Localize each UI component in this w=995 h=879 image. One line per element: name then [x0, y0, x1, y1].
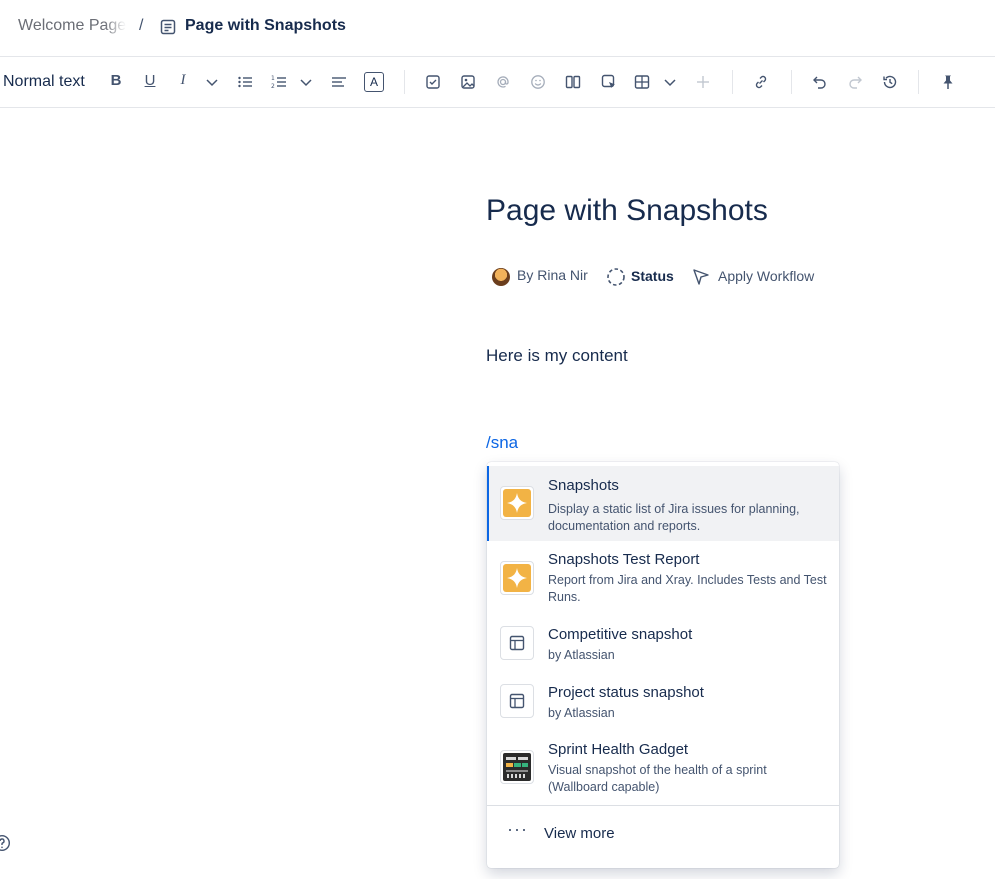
avatar[interactable]	[492, 268, 510, 286]
menu-item-title: Competitive snapshot	[548, 626, 693, 643]
menu-item-description: by Atlassian	[548, 706, 615, 720]
toolbar-divider	[791, 70, 792, 94]
menu-item-description: Display a static list of Jira issues for…	[548, 502, 800, 533]
menu-item-title: Snapshots	[548, 477, 619, 494]
bullet-list-icon[interactable]	[236, 73, 254, 91]
image-icon[interactable]	[459, 73, 477, 91]
menu-item-description: by Atlassian	[548, 648, 615, 662]
page-content-paragraph[interactable]: Here is my content	[486, 346, 628, 366]
link-icon[interactable]	[752, 73, 770, 91]
underline-icon[interactable]: U	[141, 72, 159, 89]
toolbar-divider	[404, 70, 405, 94]
table-icon[interactable]	[633, 73, 651, 91]
task-icon[interactable]	[424, 73, 442, 91]
menu-item-title: Project status snapshot	[548, 684, 704, 701]
svg-text:2: 2	[271, 83, 275, 90]
breadcrumb-bar: Welcome Page / Page with Snapshots	[0, 0, 995, 57]
status-button[interactable]: Status	[631, 268, 674, 284]
menu-divider	[487, 805, 839, 806]
snapshots-app-icon	[500, 561, 534, 595]
editor-toolbar: Normal text B U I 12 A	[0, 57, 995, 108]
menu-item-title: Snapshots Test Report	[548, 551, 700, 568]
align-icon[interactable]	[330, 73, 348, 91]
undo-icon[interactable]	[811, 73, 829, 91]
slash-command-menu: Snapshots Display a static list of Jira …	[487, 462, 839, 868]
view-more-button[interactable]: View more	[544, 825, 615, 842]
italic-icon[interactable]: I	[174, 72, 192, 89]
menu-item-project-status-snapshot[interactable]: Project status snapshot by Atlassian	[487, 673, 839, 731]
emoji-icon	[529, 73, 547, 91]
bold-icon[interactable]: B	[107, 72, 125, 89]
slash-command-query[interactable]: /sna	[486, 433, 518, 453]
plus-icon	[694, 73, 712, 91]
menu-item-sprint-health-gadget[interactable]: Sprint Health Gadget Visual snapshot of …	[487, 731, 839, 803]
text-style-dropdown[interactable]: Normal text	[3, 73, 85, 91]
layout-icon[interactable]	[564, 73, 582, 91]
help-icon[interactable]	[0, 834, 11, 852]
pin-icon[interactable]	[939, 73, 957, 91]
redo-icon	[846, 73, 864, 91]
menu-item-description: Report from Jira and Xray. Includes Test…	[548, 573, 827, 604]
status-icon[interactable]	[606, 267, 626, 287]
menu-item-competitive-snapshot[interactable]: Competitive snapshot by Atlassian	[487, 615, 839, 673]
apply-workflow-button[interactable]: Apply Workflow	[718, 268, 814, 284]
breadcrumb-separator: /	[139, 17, 144, 34]
template-icon	[500, 626, 534, 660]
author-byline[interactable]: By Rina Nir	[517, 267, 588, 283]
chevron-down-icon[interactable]	[203, 73, 221, 91]
workflow-icon	[693, 269, 709, 285]
dashboard-gadget-icon	[500, 750, 534, 784]
page-title[interactable]: Page with Snapshots	[486, 194, 768, 228]
mention-icon	[494, 73, 512, 91]
text-color-icon[interactable]: A	[364, 72, 384, 92]
template-icon	[500, 684, 534, 718]
page-icon	[160, 19, 176, 35]
menu-item-description: Visual snapshot of the health of a sprin…	[548, 763, 767, 794]
chevron-down-icon[interactable]	[661, 73, 679, 91]
svg-text:1: 1	[271, 75, 275, 82]
breadcrumb-link-welcome[interactable]: Welcome Page	[18, 17, 126, 35]
more-icon: ···	[507, 819, 528, 839]
chevron-down-icon[interactable]	[297, 73, 315, 91]
menu-item-snapshots[interactable]: Snapshots Display a static list of Jira …	[487, 466, 839, 541]
menu-item-snapshots-test-report[interactable]: Snapshots Test Report Report from Jira a…	[487, 541, 839, 615]
toolbar-divider	[918, 70, 919, 94]
menu-item-title: Sprint Health Gadget	[548, 741, 689, 758]
history-icon[interactable]	[881, 73, 899, 91]
snapshots-app-icon	[500, 486, 534, 520]
numbered-list-icon[interactable]: 12	[270, 73, 288, 91]
insert-macro-icon[interactable]	[600, 73, 618, 91]
breadcrumb-current-page[interactable]: Page with Snapshots	[185, 17, 346, 35]
toolbar-divider	[732, 70, 733, 94]
